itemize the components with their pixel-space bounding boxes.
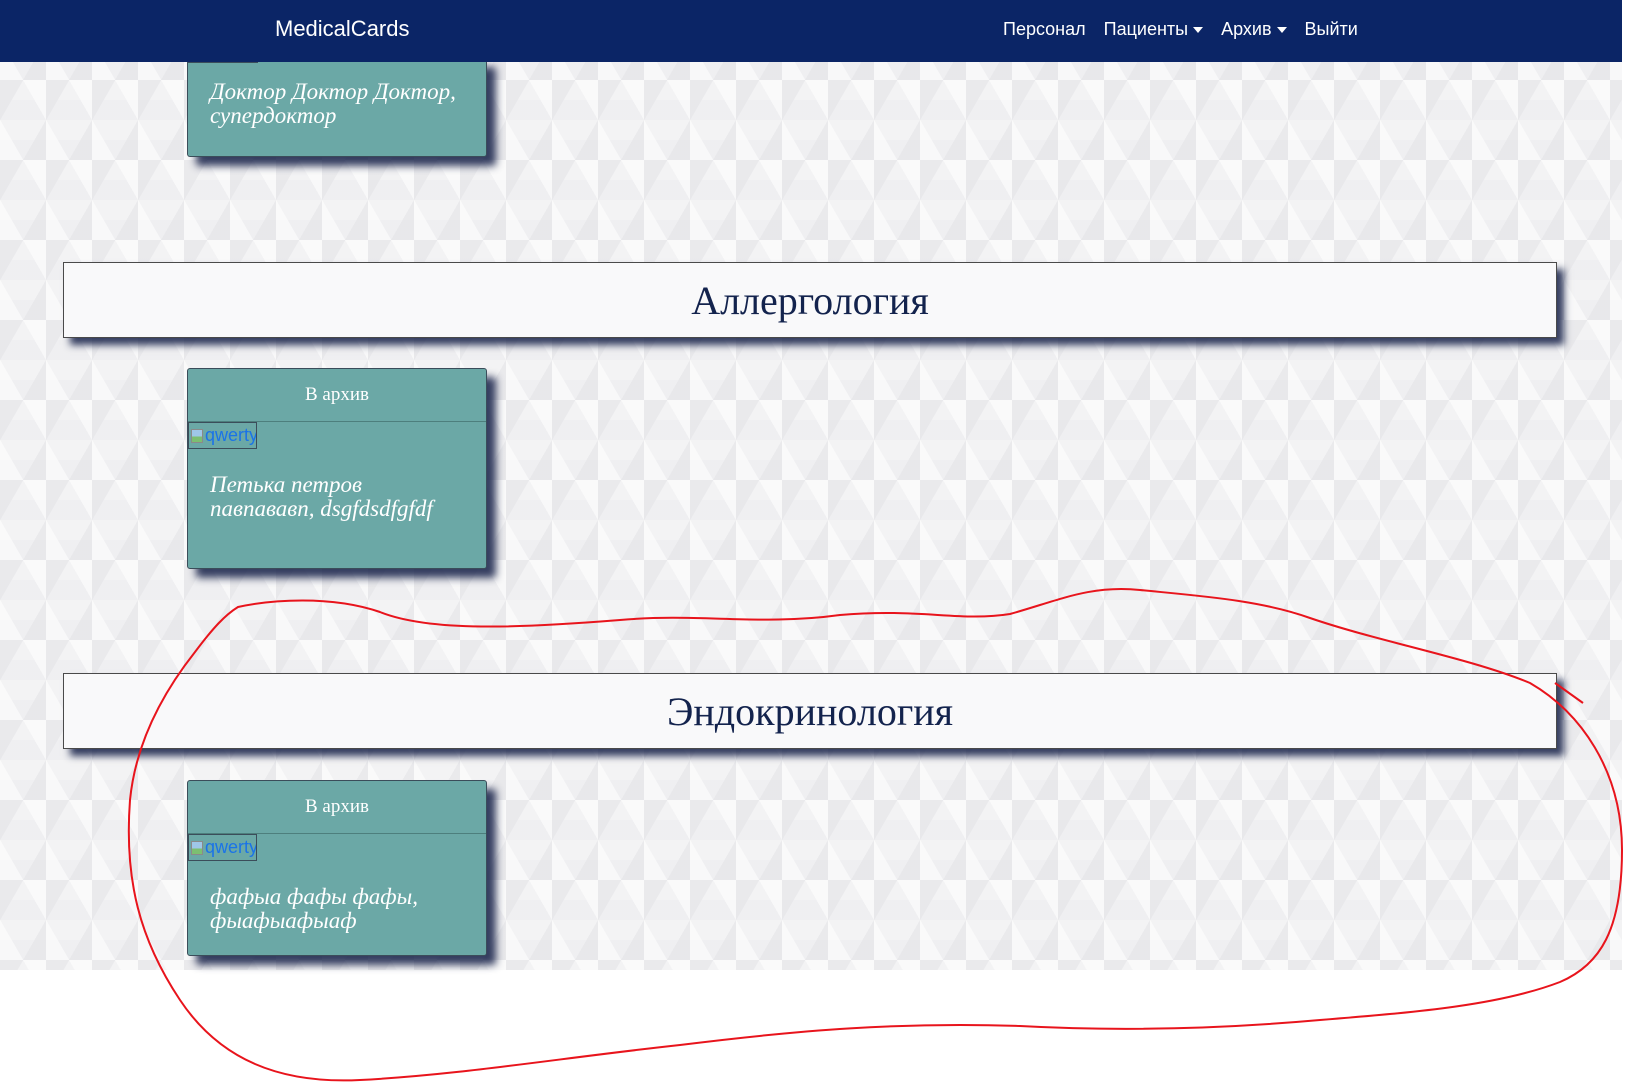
doctor-photo: qwerty <box>188 422 257 449</box>
section-header-endocrinology: Эндокринология <box>63 673 1557 749</box>
nav-links: Персонал Пациенты Архив Выйти <box>1003 19 1358 40</box>
doctor-card: В архив qwerty Петька петров павпававп, … <box>187 368 487 569</box>
image-alt-text: qwerty <box>205 837 257 857</box>
broken-image-icon <box>191 428 203 443</box>
nav-item-label: Пациенты <box>1103 19 1189 39</box>
section-header-allergology: Аллергология <box>63 262 1557 338</box>
nav-item-label: Выйти <box>1304 19 1358 39</box>
doctor-card: Доктор Доктор Доктор, супердоктор <box>187 58 487 157</box>
top-navbar: MedicalCards Персонал Пациенты Архив Вый… <box>0 0 1622 62</box>
archive-button[interactable]: В архив <box>188 369 486 422</box>
caret-down-icon <box>1276 26 1287 33</box>
doctor-name: Петька петров павпававп, dsgfdsdfgfdf <box>210 472 433 521</box>
section-title: Эндокринология <box>666 688 954 734</box>
doctor-card: В архив qwerty фафыа фафы фафы, фыафыафы… <box>187 780 487 956</box>
archive-button[interactable]: В архив <box>188 781 486 834</box>
nav-item-patients[interactable]: Пациенты <box>1103 19 1204 40</box>
image-alt-text: qwerty <box>205 425 257 445</box>
brand-logo[interactable]: MedicalCards <box>275 16 410 42</box>
nav-item-personnel[interactable]: Персонал <box>1003 19 1086 40</box>
doctor-name: фафыа фафы фафы, фыафыафыаф <box>210 884 418 933</box>
broken-image-icon <box>191 840 203 855</box>
section-title: Аллергология <box>691 277 929 323</box>
doctor-name: Доктор Доктор Доктор, супердоктор <box>210 79 456 128</box>
nav-item-archive[interactable]: Архив <box>1221 19 1287 40</box>
nav-item-label: Архив <box>1221 19 1272 39</box>
nav-item-label: Персонал <box>1003 19 1086 39</box>
doctor-photo: qwerty <box>188 834 257 861</box>
nav-item-logout[interactable]: Выйти <box>1305 19 1358 40</box>
caret-down-icon <box>1193 26 1204 33</box>
